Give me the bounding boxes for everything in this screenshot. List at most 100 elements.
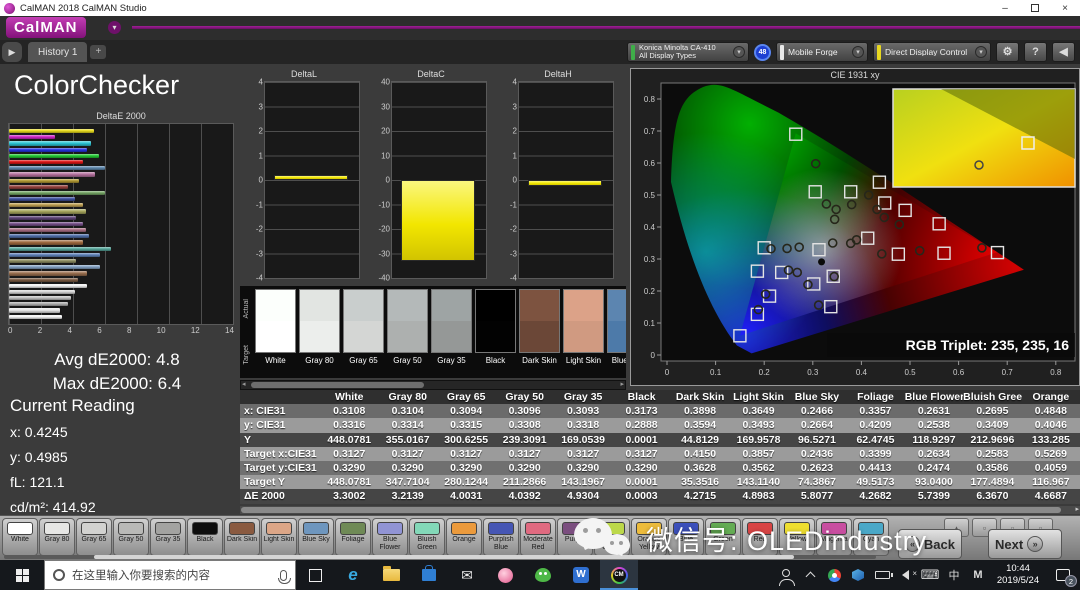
patch-button-bluish-green[interactable]: Bluish Green [409, 518, 445, 556]
pinned-app-button[interactable] [486, 560, 524, 590]
taskbar-clock[interactable]: 10:44 2019/5/24 [990, 563, 1046, 587]
patch-button-moderate-red[interactable]: Moderate Red [520, 518, 556, 556]
settings-gear-button[interactable]: ⚙ [996, 42, 1019, 62]
volume-tray-button[interactable]: × [894, 560, 918, 590]
next-button[interactable]: Next » [988, 529, 1062, 559]
compare-patch[interactable]: Gray 50 [387, 289, 428, 378]
compare-patch[interactable]: Blue Sky [607, 289, 626, 378]
actual-swatch [608, 290, 626, 321]
wechat-app-button[interactable] [524, 560, 562, 590]
action-center-button[interactable]: 2 [1046, 560, 1080, 590]
patch-button-blue-flower[interactable]: Blue Flower [372, 518, 408, 556]
pattern-source-dropdown[interactable]: Mobile Forge ▾ [776, 42, 868, 62]
slide-menu-button[interactable]: ▶ [2, 42, 22, 62]
close-button[interactable]: × [1050, 0, 1080, 16]
calman-logo[interactable]: CalMAN [6, 17, 86, 38]
ime-indicator[interactable]: 中 [942, 560, 966, 590]
swatch-scrollbar-thumb[interactable] [251, 382, 424, 388]
patch-button-gray-80[interactable]: Gray 80 [39, 518, 75, 556]
patch-bar-scrollbar[interactable] [4, 555, 876, 559]
taskbar-search-input[interactable]: 在这里输入你要搜索的内容 [44, 560, 296, 590]
deltaH-y-tick: -1 [502, 200, 517, 209]
patch-button-dark-skin[interactable]: Dark Skin [224, 518, 260, 556]
column-header: Gray 80 [378, 391, 436, 403]
show-hidden-icons-button[interactable] [798, 560, 822, 590]
patch-button-orange-yellow[interactable]: Orange Yellow [631, 518, 667, 556]
battery-tray-button[interactable] [870, 560, 894, 590]
patch-button-gray-65[interactable]: Gray 65 [76, 518, 112, 556]
compare-patch[interactable]: Dark Skin [519, 289, 560, 378]
table-scrollbar[interactable]: ▸ [240, 506, 1080, 514]
table-cell: 300.6255 [437, 434, 495, 446]
meter-badge[interactable]: 48 [754, 44, 771, 61]
patch-button-magenta[interactable]: Magenta [816, 518, 852, 556]
chrome-tray-button[interactable] [822, 560, 846, 590]
m-tray-button[interactable]: M [966, 560, 990, 590]
patch-button-black[interactable]: Black [187, 518, 223, 556]
patch-button-gray-35[interactable]: Gray 35 [150, 518, 186, 556]
table-cell: 96.5271 [788, 434, 846, 446]
maximize-button[interactable] [1020, 0, 1050, 16]
table-cell: 0.3898 [671, 405, 729, 417]
back-chevron-icon: « [905, 536, 920, 552]
store-app-button[interactable] [410, 560, 448, 590]
patch-button-red[interactable]: Red [742, 518, 778, 556]
meter-dropdown[interactable]: Konica Minolta CA-410 All Display Types … [627, 42, 749, 62]
start-button[interactable] [0, 560, 44, 590]
calman-taskbar-button[interactable]: CM [600, 560, 638, 590]
patch-button-yellow[interactable]: Yellow [779, 518, 815, 556]
compare-patch[interactable]: Black [475, 289, 516, 378]
patch-button-blue-sky[interactable]: Blue Sky [298, 518, 334, 556]
patch-button-blue[interactable]: Blue [668, 518, 704, 556]
target-swatch [564, 321, 603, 352]
patch-button-yellow-green[interactable]: Yellow Green [594, 518, 630, 556]
add-tab-button[interactable]: + [90, 45, 106, 59]
table-cell: 0.3586 [963, 462, 1021, 474]
onedrive-tray-button[interactable] [846, 560, 870, 590]
logo-menu-chevron-icon[interactable]: ▾ [108, 21, 121, 34]
patch-button-foliage[interactable]: Foliage [335, 518, 371, 556]
patch-button-orange[interactable]: Orange [446, 518, 482, 556]
row-label: Target x:CIE31 [240, 448, 320, 460]
task-view-button[interactable] [296, 560, 334, 590]
minimize-button[interactable]: – [990, 0, 1020, 16]
mail-app-button[interactable]: ✉ [448, 560, 486, 590]
patch-button-light-skin[interactable]: Light Skin [261, 518, 297, 556]
compare-patch[interactable]: Gray 65 [343, 289, 384, 378]
patch-bar-scrollbar-thumb[interactable] [94, 555, 794, 559]
compare-patch[interactable]: Light Skin [563, 289, 604, 378]
swatch-strip-scrollbar[interactable]: ◂▸ [240, 380, 626, 390]
patch-button-green[interactable]: Green [705, 518, 741, 556]
table-scrollbar-thumb[interactable] [241, 507, 1061, 513]
patch-color-swatch [525, 522, 551, 535]
back-button[interactable]: « Back [898, 529, 962, 559]
row-label: Y [240, 434, 320, 446]
microphone-icon[interactable] [280, 570, 287, 581]
patch-button-purplish-blue[interactable]: Purplish Blue [483, 518, 519, 556]
w-app-button[interactable]: W [562, 560, 600, 590]
patch-button-cyan[interactable]: Cyan [853, 518, 889, 556]
help-button[interactable]: ? [1024, 42, 1047, 62]
patch-button-white[interactable]: White [2, 518, 38, 556]
file-explorer-button[interactable] [372, 560, 410, 590]
deltaH-y-tick: 2 [502, 127, 517, 136]
patch-button-gray-50[interactable]: Gray 50 [113, 518, 149, 556]
w-app-icon: W [573, 567, 589, 583]
compare-patch[interactable]: Gray 80 [299, 289, 340, 378]
svg-text:0.6: 0.6 [953, 368, 965, 377]
column-header: Light Skin [729, 391, 787, 403]
edge-app-button[interactable]: e [334, 560, 372, 590]
table-cell: 0.4059 [1022, 462, 1080, 474]
display-control-dropdown[interactable]: Direct Display Control ▾ [873, 42, 991, 62]
collapse-panel-button[interactable]: ◀ [1052, 42, 1075, 62]
patch-button-purple[interactable]: Purple [557, 518, 593, 556]
touch-keyboard-button[interactable]: ⌨ [918, 560, 942, 590]
table-cell: 5.7399 [905, 490, 963, 502]
table-cell: 169.0539 [554, 434, 612, 446]
compare-patch[interactable]: White [255, 289, 296, 378]
table-cell: 0.2436 [788, 448, 846, 460]
people-tray-button[interactable] [774, 560, 798, 590]
compare-patch[interactable]: Gray 35 [431, 289, 472, 378]
tab-history-1[interactable]: History 1 [28, 42, 87, 62]
patch-name: Light Skin [563, 356, 604, 365]
